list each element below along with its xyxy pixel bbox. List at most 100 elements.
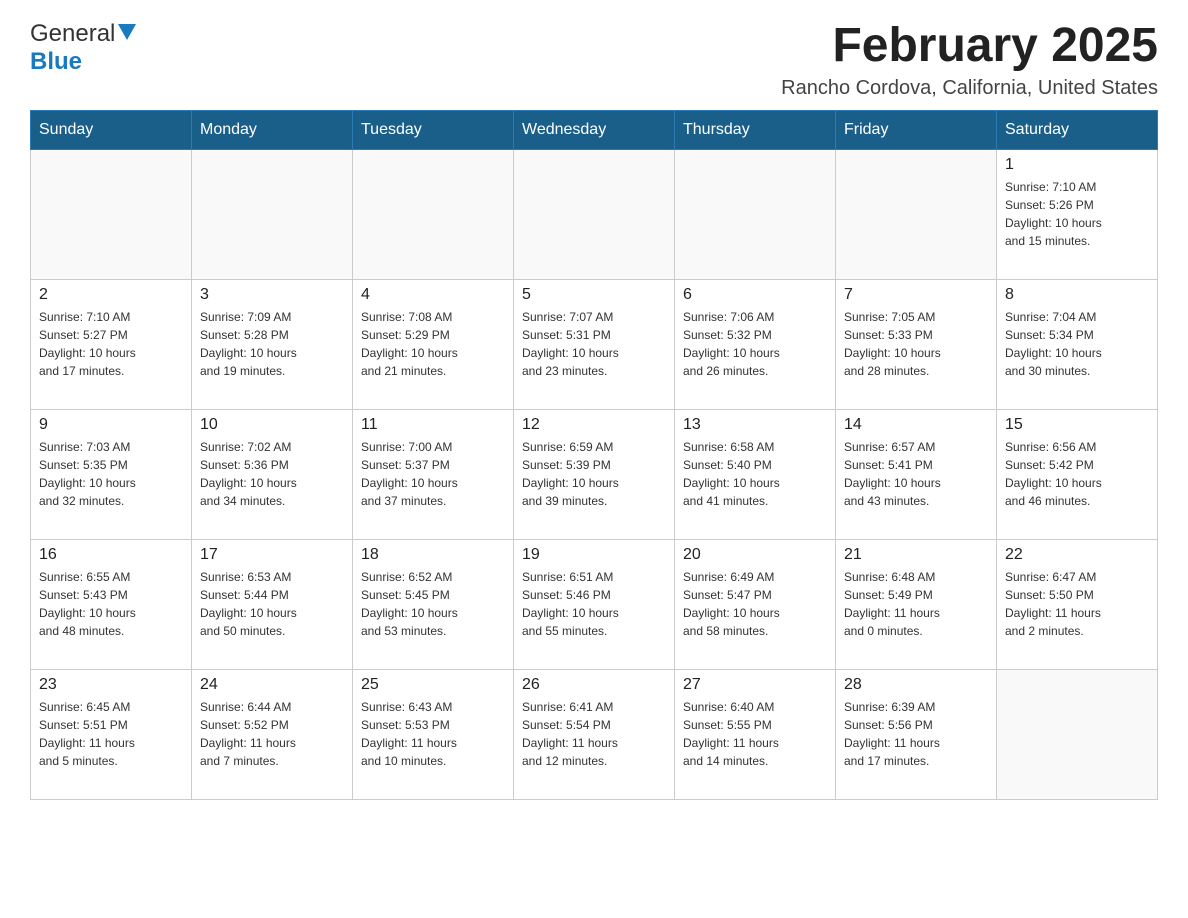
day-info: Sunrise: 6:45 AM Sunset: 5:51 PM Dayligh…	[39, 698, 183, 770]
day-info: Sunrise: 6:56 AM Sunset: 5:42 PM Dayligh…	[1005, 438, 1149, 510]
day-info: Sunrise: 7:09 AM Sunset: 5:28 PM Dayligh…	[200, 308, 344, 380]
header-wednesday: Wednesday	[514, 110, 675, 149]
day-info: Sunrise: 7:05 AM Sunset: 5:33 PM Dayligh…	[844, 308, 988, 380]
day-number: 21	[844, 546, 988, 564]
table-row: 9 Sunrise: 7:03 AM Sunset: 5:35 PM Daylig…	[31, 409, 192, 539]
day-info: Sunrise: 7:06 AM Sunset: 5:32 PM Dayligh…	[683, 308, 827, 380]
header-friday: Friday	[836, 110, 997, 149]
page-header: General Blue February 2025 Rancho Cordov…	[30, 20, 1158, 100]
day-info: Sunrise: 6:47 AM Sunset: 5:50 PM Dayligh…	[1005, 568, 1149, 640]
day-number: 6	[683, 286, 827, 304]
day-number: 22	[1005, 546, 1149, 564]
day-number: 27	[683, 676, 827, 694]
day-number: 25	[361, 676, 505, 694]
table-row: 26 Sunrise: 6:41 AM Sunset: 5:54 PM Dayli…	[514, 669, 675, 799]
header-monday: Monday	[192, 110, 353, 149]
day-info: Sunrise: 6:53 AM Sunset: 5:44 PM Dayligh…	[200, 568, 344, 640]
table-row: 7 Sunrise: 7:05 AM Sunset: 5:33 PM Daylig…	[836, 279, 997, 409]
day-number: 2	[39, 286, 183, 304]
day-number: 8	[1005, 286, 1149, 304]
table-row	[836, 149, 997, 279]
day-number: 11	[361, 416, 505, 434]
calendar-week-row: 23Sunrise: 6:45 AM Sunset: 5:51 PM Dayli…	[31, 669, 1158, 799]
day-number: 9	[39, 416, 183, 434]
day-info: Sunrise: 6:52 AM Sunset: 5:45 PM Dayligh…	[361, 568, 505, 640]
table-row: 17 Sunrise: 6:53 AM Sunset: 5:44 PM Dayli…	[192, 539, 353, 669]
table-row: 28 Sunrise: 6:39 AM Sunset: 5:56 PM Dayli…	[836, 669, 997, 799]
logo-general-text: General	[30, 20, 115, 48]
table-row: 23Sunrise: 6:45 AM Sunset: 5:51 PM Dayli…	[31, 669, 192, 799]
table-row: 4 Sunrise: 7:08 AM Sunset: 5:29 PM Daylig…	[353, 279, 514, 409]
day-info: Sunrise: 7:00 AM Sunset: 5:37 PM Dayligh…	[361, 438, 505, 510]
title-area: February 2025 Rancho Cordova, California…	[781, 20, 1158, 100]
table-row: 27Sunrise: 6:40 AM Sunset: 5:55 PM Dayli…	[675, 669, 836, 799]
table-row	[31, 149, 192, 279]
day-info: Sunrise: 6:58 AM Sunset: 5:40 PM Dayligh…	[683, 438, 827, 510]
table-row: 13 Sunrise: 6:58 AM Sunset: 5:40 PM Dayli…	[675, 409, 836, 539]
table-row: 5 Sunrise: 7:07 AM Sunset: 5:31 PM Daylig…	[514, 279, 675, 409]
table-row: 6 Sunrise: 7:06 AM Sunset: 5:32 PM Daylig…	[675, 279, 836, 409]
table-row: 3 Sunrise: 7:09 AM Sunset: 5:28 PM Daylig…	[192, 279, 353, 409]
table-row: 18Sunrise: 6:52 AM Sunset: 5:45 PM Dayli…	[353, 539, 514, 669]
header-thursday: Thursday	[675, 110, 836, 149]
day-number: 24	[200, 676, 344, 694]
day-info: Sunrise: 6:57 AM Sunset: 5:41 PM Dayligh…	[844, 438, 988, 510]
day-number: 5	[522, 286, 666, 304]
table-row: 11 Sunrise: 7:00 AM Sunset: 5:37 PM Dayli…	[353, 409, 514, 539]
table-row: 12 Sunrise: 6:59 AM Sunset: 5:39 PM Dayli…	[514, 409, 675, 539]
calendar-week-row: 9 Sunrise: 7:03 AM Sunset: 5:35 PM Daylig…	[31, 409, 1158, 539]
table-row	[997, 669, 1158, 799]
calendar-week-row: 2Sunrise: 7:10 AM Sunset: 5:27 PM Daylig…	[31, 279, 1158, 409]
calendar-week-row: 1 Sunrise: 7:10 AM Sunset: 5:26 PM Daylig…	[31, 149, 1158, 279]
table-row: 19Sunrise: 6:51 AM Sunset: 5:46 PM Dayli…	[514, 539, 675, 669]
day-number: 7	[844, 286, 988, 304]
table-row: 8 Sunrise: 7:04 AM Sunset: 5:34 PM Daylig…	[997, 279, 1158, 409]
day-number: 3	[200, 286, 344, 304]
day-info: Sunrise: 6:41 AM Sunset: 5:54 PM Dayligh…	[522, 698, 666, 770]
day-number: 1	[1005, 156, 1149, 174]
day-info: Sunrise: 6:39 AM Sunset: 5:56 PM Dayligh…	[844, 698, 988, 770]
day-number: 4	[361, 286, 505, 304]
calendar-table: Sunday Monday Tuesday Wednesday Thursday…	[30, 110, 1158, 800]
day-info: Sunrise: 6:51 AM Sunset: 5:46 PM Dayligh…	[522, 568, 666, 640]
table-row: 2Sunrise: 7:10 AM Sunset: 5:27 PM Daylig…	[31, 279, 192, 409]
table-row: 16 Sunrise: 6:55 AM Sunset: 5:43 PM Dayli…	[31, 539, 192, 669]
day-info: Sunrise: 7:02 AM Sunset: 5:36 PM Dayligh…	[200, 438, 344, 510]
day-number: 20	[683, 546, 827, 564]
table-row	[353, 149, 514, 279]
table-row: 10Sunrise: 7:02 AM Sunset: 5:36 PM Dayli…	[192, 409, 353, 539]
table-row: 22 Sunrise: 6:47 AM Sunset: 5:50 PM Dayli…	[997, 539, 1158, 669]
table-row: 15 Sunrise: 6:56 AM Sunset: 5:42 PM Dayli…	[997, 409, 1158, 539]
calendar-week-row: 16 Sunrise: 6:55 AM Sunset: 5:43 PM Dayli…	[31, 539, 1158, 669]
day-info: Sunrise: 7:04 AM Sunset: 5:34 PM Dayligh…	[1005, 308, 1149, 380]
day-number: 16	[39, 546, 183, 564]
header-saturday: Saturday	[997, 110, 1158, 149]
day-number: 13	[683, 416, 827, 434]
day-info: Sunrise: 7:07 AM Sunset: 5:31 PM Dayligh…	[522, 308, 666, 380]
table-row: 1 Sunrise: 7:10 AM Sunset: 5:26 PM Daylig…	[997, 149, 1158, 279]
day-number: 26	[522, 676, 666, 694]
weekday-header-row: Sunday Monday Tuesday Wednesday Thursday…	[31, 110, 1158, 149]
day-number: 28	[844, 676, 988, 694]
day-number: 12	[522, 416, 666, 434]
day-info: Sunrise: 6:55 AM Sunset: 5:43 PM Dayligh…	[39, 568, 183, 640]
day-info: Sunrise: 6:44 AM Sunset: 5:52 PM Dayligh…	[200, 698, 344, 770]
day-number: 17	[200, 546, 344, 564]
logo-triangle-icon	[118, 24, 136, 45]
day-number: 14	[844, 416, 988, 434]
header-sunday: Sunday	[31, 110, 192, 149]
table-row: 14 Sunrise: 6:57 AM Sunset: 5:41 PM Dayli…	[836, 409, 997, 539]
location-title: Rancho Cordova, California, United State…	[781, 77, 1158, 100]
day-info: Sunrise: 7:08 AM Sunset: 5:29 PM Dayligh…	[361, 308, 505, 380]
day-number: 15	[1005, 416, 1149, 434]
day-info: Sunrise: 6:48 AM Sunset: 5:49 PM Dayligh…	[844, 568, 988, 640]
logo: General Blue	[30, 20, 136, 76]
day-info: Sunrise: 7:03 AM Sunset: 5:35 PM Dayligh…	[39, 438, 183, 510]
table-row: 20Sunrise: 6:49 AM Sunset: 5:47 PM Dayli…	[675, 539, 836, 669]
day-info: Sunrise: 6:59 AM Sunset: 5:39 PM Dayligh…	[522, 438, 666, 510]
header-tuesday: Tuesday	[353, 110, 514, 149]
month-title: February 2025	[781, 20, 1158, 73]
table-row: 21 Sunrise: 6:48 AM Sunset: 5:49 PM Dayli…	[836, 539, 997, 669]
day-info: Sunrise: 7:10 AM Sunset: 5:26 PM Dayligh…	[1005, 178, 1149, 250]
table-row	[192, 149, 353, 279]
